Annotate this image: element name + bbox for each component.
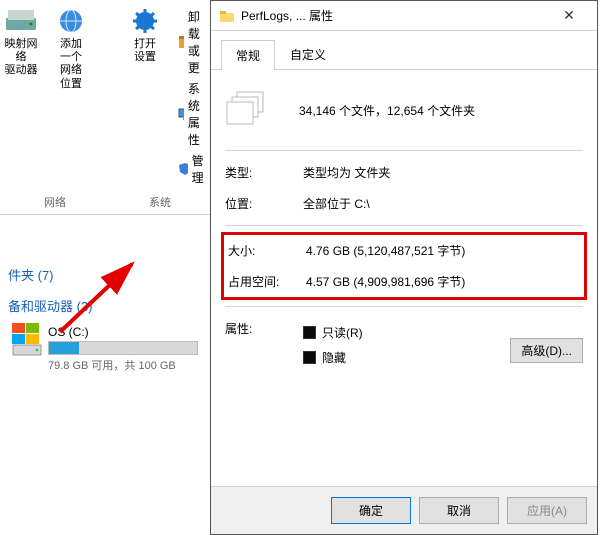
ribbon: 映射网络 驱动器 添加一个 网络位置 打开 设置 卸载或更 系统属性 管理 bbox=[0, 0, 210, 190]
cancel-button[interactable]: 取消 bbox=[419, 497, 499, 524]
ribbon-sub-label: 管理 bbox=[192, 152, 208, 186]
drive-c[interactable]: OS (C:) 79.8 GB 可用，共 100 GB bbox=[0, 321, 210, 375]
properties-dialog: PerfLogs, ... 属性 ✕ 常规 自定义 34,146 个文件，12,… bbox=[210, 0, 598, 535]
ok-button[interactable]: 确定 bbox=[331, 497, 411, 524]
monitor-icon bbox=[178, 107, 184, 121]
highlighted-size-block: 大小:4.76 GB (5,120,487,521 字节) 占用空间:4.57 … bbox=[221, 232, 587, 300]
value-location: 全部位于 C:\ bbox=[303, 195, 583, 212]
label-size-on-disk: 占用空间: bbox=[228, 273, 306, 290]
dialog-body: 34,146 个文件，12,654 个文件夹 类型:类型均为 文件夹 位置:全部… bbox=[211, 70, 597, 486]
drive-capacity-text: 79.8 GB 可用，共 100 GB bbox=[48, 357, 202, 373]
folders-header[interactable]: 件夹 (7) bbox=[0, 259, 210, 290]
close-button[interactable]: ✕ bbox=[549, 7, 589, 24]
value-type: 类型均为 文件夹 bbox=[303, 164, 583, 181]
label-type: 类型: bbox=[225, 164, 303, 181]
ribbon-group-network: 网络 bbox=[0, 190, 110, 210]
ribbon-sublist: 卸载或更 系统属性 管理 bbox=[178, 8, 208, 186]
ribbon-label: 添加一个 网络位置 bbox=[56, 38, 86, 91]
explorer-window: 映射网络 驱动器 添加一个 网络位置 打开 设置 卸载或更 系统属性 管理 bbox=[0, 0, 210, 535]
ribbon-open-settings[interactable]: 打开 设置 bbox=[130, 8, 160, 186]
checkbox-icon bbox=[303, 351, 316, 364]
drive-capacity-bar bbox=[48, 341, 198, 355]
dialog-buttons: 确定 取消 应用(A) bbox=[211, 486, 597, 534]
titlebar[interactable]: PerfLogs, ... 属性 ✕ bbox=[211, 1, 597, 31]
ribbon-group-system: 系统 bbox=[110, 190, 210, 210]
value-size: 4.76 GB (5,120,487,521 字节) bbox=[306, 242, 580, 259]
advanced-button[interactable]: 高级(D)... bbox=[510, 338, 583, 363]
gear-icon bbox=[130, 8, 160, 34]
folder-icon bbox=[219, 8, 235, 24]
checkbox-icon bbox=[303, 326, 316, 339]
ribbon-sysprops[interactable]: 系统属性 bbox=[178, 80, 208, 148]
label-location: 位置: bbox=[225, 195, 303, 212]
value-size-on-disk: 4.57 GB (4,909,981,696 字节) bbox=[306, 273, 580, 290]
checkbox-label: 只读(R) bbox=[322, 324, 363, 341]
tab-strip: 常规 自定义 bbox=[211, 31, 597, 70]
apply-button[interactable]: 应用(A) bbox=[507, 497, 587, 524]
tab-general[interactable]: 常规 bbox=[221, 40, 275, 70]
package-icon bbox=[178, 35, 184, 49]
drive-name: OS (C:) bbox=[48, 325, 202, 339]
drive-icon bbox=[4, 8, 38, 34]
tab-custom[interactable]: 自定义 bbox=[275, 39, 341, 69]
shield-icon bbox=[178, 162, 188, 176]
checkbox-label: 隐藏 bbox=[322, 349, 346, 366]
ribbon-label: 映射网络 驱动器 bbox=[4, 38, 38, 78]
multi-folder-icon bbox=[225, 90, 269, 130]
ribbon-add-location[interactable]: 添加一个 网络位置 bbox=[56, 8, 86, 186]
ribbon-manage[interactable]: 管理 bbox=[178, 152, 208, 186]
drives-header[interactable]: 备和驱动器 (3) bbox=[0, 290, 210, 321]
files-summary: 34,146 个文件，12,654 个文件夹 bbox=[299, 102, 475, 119]
ribbon-label: 打开 设置 bbox=[134, 38, 156, 64]
label-attributes: 属性: bbox=[225, 320, 303, 337]
label-size: 大小: bbox=[228, 242, 306, 259]
globe-icon bbox=[56, 8, 86, 34]
ribbon-map-drive[interactable]: 映射网络 驱动器 bbox=[4, 8, 38, 186]
titlebar-text: PerfLogs, ... 属性 bbox=[241, 7, 549, 24]
ribbon-uninstall[interactable]: 卸载或更 bbox=[178, 8, 208, 76]
windows-drive-icon bbox=[12, 323, 42, 357]
ribbon-sub-label: 系统属性 bbox=[188, 80, 208, 148]
ribbon-sub-label: 卸载或更 bbox=[188, 8, 208, 76]
